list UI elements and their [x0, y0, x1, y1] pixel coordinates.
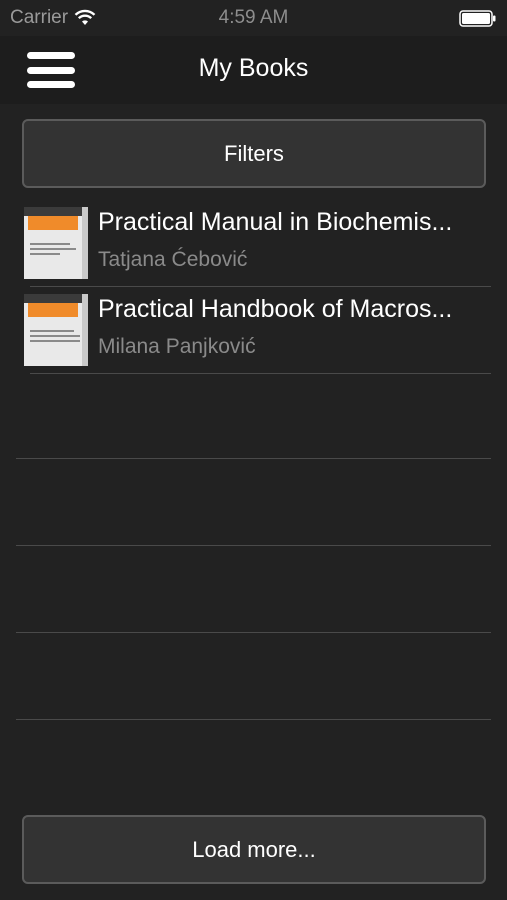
- load-more-button[interactable]: Load more...: [22, 815, 486, 884]
- book-row[interactable]: Practical Handbook of Macros... Milana P…: [16, 287, 491, 374]
- empty-row-divider: [16, 545, 491, 546]
- book-author: Tatjana Ćebović: [98, 248, 248, 271]
- book-cover-thumbnail: [24, 294, 88, 366]
- status-time: 4:59 AM: [218, 7, 289, 28]
- battery-full-icon: [459, 10, 496, 27]
- filters-button[interactable]: Filters: [22, 119, 486, 188]
- status-bar: Carrier 4:59 AM: [0, 0, 507, 36]
- book-author: Milana Panjković: [98, 335, 256, 358]
- navigation-bar: My Books: [0, 36, 507, 104]
- book-list: Practical Manual in Biochemis... Tatjana…: [0, 200, 507, 374]
- book-cover-thumbnail: [24, 207, 88, 279]
- row-divider: [30, 373, 491, 374]
- empty-row-divider: [16, 632, 491, 633]
- book-title: Practical Handbook of Macros...: [98, 295, 453, 323]
- empty-row-divider: [16, 719, 491, 720]
- page-title: My Books: [198, 54, 309, 82]
- book-title: Practical Manual in Biochemis...: [98, 208, 453, 236]
- book-row[interactable]: Practical Manual in Biochemis... Tatjana…: [16, 200, 491, 287]
- empty-row-divider: [16, 458, 491, 459]
